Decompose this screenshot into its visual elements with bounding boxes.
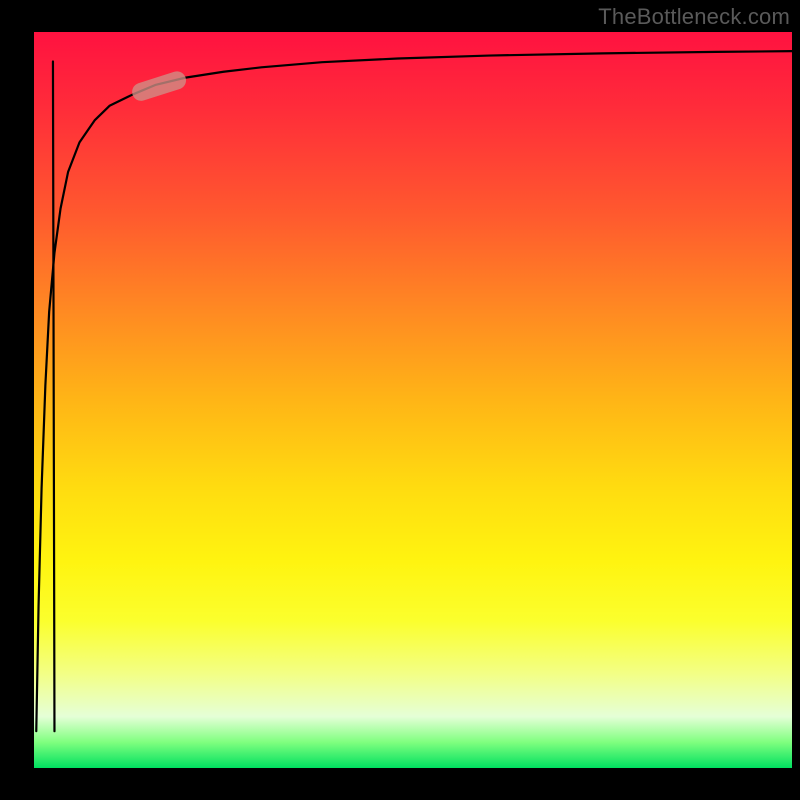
frame-left (0, 0, 34, 800)
chart-stage: TheBottleneck.com (0, 0, 800, 800)
frame-bottom (0, 768, 800, 800)
highlight-pill (130, 69, 189, 103)
vertical-drop-line (53, 61, 55, 731)
frame-right (792, 0, 800, 800)
bottleneck-curve-line (36, 51, 792, 731)
watermark-text: TheBottleneck.com (598, 4, 790, 30)
curves-layer (34, 32, 792, 768)
